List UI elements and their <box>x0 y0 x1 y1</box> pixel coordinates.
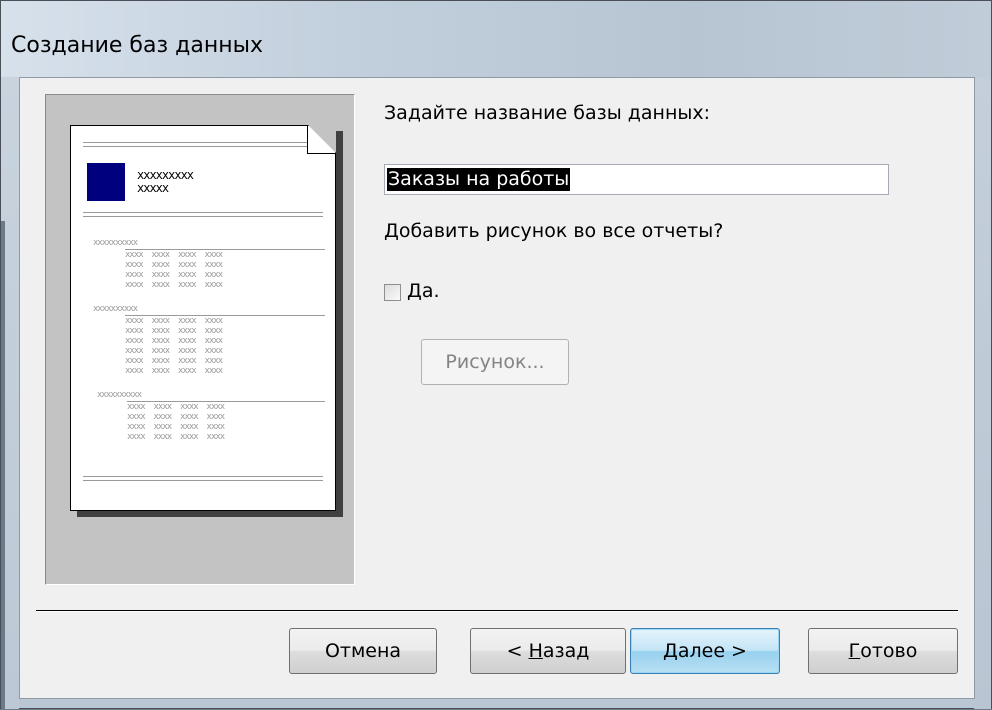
window-frame-shadow <box>1 221 5 710</box>
next-button-accesskey: Д <box>663 640 678 662</box>
doc-rule <box>83 476 323 477</box>
doc-row: xxxx xxxx xxxx xxxx <box>127 402 225 412</box>
doc-group-label: xxxxxxxxxx <box>93 304 138 314</box>
doc-title-placeholder: xxxxxxxxx <box>137 168 194 182</box>
doc-row: xxxx xxxx xxxx xxxx <box>125 326 223 336</box>
doc-row: xxxx xxxx xxxx xxxx <box>125 280 223 290</box>
doc-row: xxxx xxxx xxxx xxxx <box>127 422 225 432</box>
wizard-window: Создание баз данных xxxxxxxxx xxxxx xxxx… <box>0 0 992 710</box>
doc-subtitle-placeholder: xxxxx <box>137 181 169 195</box>
doc-row: xxxx xxxx xxxx xxxx <box>125 356 223 366</box>
window-title: Создание баз данных <box>11 33 264 58</box>
doc-row: xxxx xxxx xxxx xxxx <box>125 316 223 326</box>
doc-row: xxxx xxxx xxxx xxxx <box>125 336 223 346</box>
doc-group-label: xxxxxxxxxx <box>97 390 142 400</box>
database-name-label: Задайте название базы данных: <box>384 102 711 124</box>
back-button-accesskey: Н <box>528 640 543 662</box>
button-separator <box>36 610 958 612</box>
next-button[interactable]: Далее > <box>630 628 780 674</box>
doc-rule <box>83 212 323 213</box>
doc-rule <box>83 216 323 217</box>
add-picture-checkbox[interactable] <box>384 284 401 301</box>
doc-rule <box>83 480 323 481</box>
page-fold-corner <box>308 125 336 153</box>
add-picture-question: Добавить рисунок во все отчеты? <box>384 220 724 242</box>
cancel-button[interactable]: Отмена <box>289 628 437 674</box>
doc-group-label: xxxxxxxxxx <box>93 238 138 248</box>
report-logo-icon <box>87 163 125 201</box>
add-picture-checkbox-label[interactable]: Да. <box>407 280 440 302</box>
doc-row: xxxx xxxx xxxx xxxx <box>127 412 225 422</box>
dialog-client-area: xxxxxxxxx xxxxx xxxxxxxxxx xxxx xxxx xxx… <box>19 77 975 699</box>
finish-button[interactable]: Готово <box>808 628 958 674</box>
doc-rule <box>83 142 307 143</box>
back-button-label: азад <box>542 640 590 662</box>
finish-button-accesskey: Г <box>848 640 861 662</box>
preview-document: xxxxxxxxx xxxxx xxxxxxxxxx xxxx xxxx xxx… <box>70 125 336 511</box>
doc-row: xxxx xxxx xxxx xxxx <box>125 366 223 376</box>
back-button-prefix: < <box>506 640 529 662</box>
database-name-value: Заказы на работы <box>387 168 571 191</box>
doc-row: xxxx xxxx xxxx xxxx <box>125 270 223 280</box>
picture-button[interactable]: Рисунок... <box>421 339 569 385</box>
window-frame-right <box>974 77 991 709</box>
back-button[interactable]: < Назад <box>470 628 626 674</box>
next-button-label: алее > <box>677 640 747 662</box>
doc-row: xxxx xxxx xxxx xxxx <box>127 432 225 442</box>
doc-rule <box>83 146 307 147</box>
doc-row: xxxx xxxx xxxx xxxx <box>125 250 223 260</box>
database-name-input[interactable]: Заказы на работы <box>384 164 889 195</box>
title-bar[interactable]: Создание баз данных <box>1 1 991 77</box>
doc-row: xxxx xxxx xxxx xxxx <box>125 346 223 356</box>
finish-button-label: отово <box>860 640 918 662</box>
doc-row: xxxx xxxx xxxx xxxx <box>125 260 223 270</box>
report-preview-panel: xxxxxxxxx xxxxx xxxxxxxxxx xxxx xxxx xxx… <box>45 94 355 585</box>
